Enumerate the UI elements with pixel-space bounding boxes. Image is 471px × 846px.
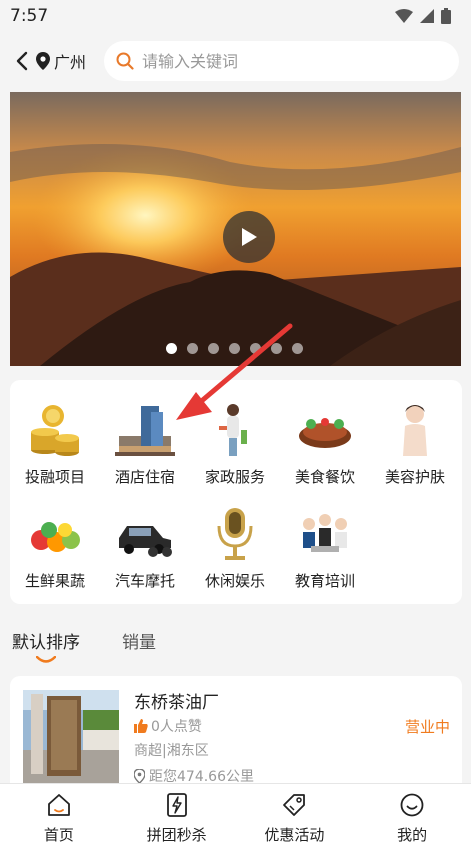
signal-icon xyxy=(420,9,434,23)
category-label: 美容护肤 xyxy=(384,468,445,486)
thumbs-up-icon xyxy=(134,719,148,733)
category-fresh-produce[interactable]: 生鲜果蔬 xyxy=(10,506,100,591)
carousel-dots xyxy=(166,343,303,354)
category-entertainment[interactable]: 休闲娱乐 xyxy=(190,506,280,591)
category-label: 酒店住宿 xyxy=(114,468,175,486)
carousel-dot[interactable] xyxy=(187,343,198,354)
carousel-dot[interactable] xyxy=(271,343,282,354)
bottom-nav: 首页 拼团秒杀 优惠活动 我的 xyxy=(0,783,471,846)
category-label: 汽车摩托 xyxy=(114,572,175,590)
store-card[interactable]: 东桥茶油厂 0人点赞 商超|湘东区 距您474.66公里 营业中 xyxy=(10,676,462,796)
tab-default-sort[interactable]: 默认排序 xyxy=(12,628,80,653)
category-label: 家政服务 xyxy=(204,468,265,486)
tab-sales[interactable]: 销量 xyxy=(122,628,156,653)
carousel-dot[interactable] xyxy=(166,343,177,354)
banner-video[interactable] xyxy=(10,92,461,366)
category-hotel[interactable]: 酒店住宿 xyxy=(100,402,190,487)
category-label: 美食餐饮 xyxy=(294,468,355,486)
nav-label: 拼团秒杀 xyxy=(146,826,207,844)
category-label: 生鲜果蔬 xyxy=(24,572,85,590)
store-thumbnail xyxy=(23,690,119,786)
home-icon xyxy=(47,794,70,816)
status-icons xyxy=(395,8,451,24)
back-icon[interactable] xyxy=(14,50,30,72)
play-icon xyxy=(242,228,257,246)
nav-label: 优惠活动 xyxy=(264,826,325,844)
fruit-vegetable-icon xyxy=(31,522,80,552)
search-bar[interactable] xyxy=(104,41,460,81)
location-pin-icon xyxy=(134,769,145,783)
nav-group-buy[interactable]: 拼团秒杀 xyxy=(118,784,236,846)
sort-tabs: 默认排序 销量 xyxy=(12,628,156,663)
category-beauty[interactable]: 美容护肤 xyxy=(370,402,460,487)
students-icon xyxy=(303,514,347,552)
likes-count: 0人点赞 xyxy=(151,719,202,735)
category-grid: 投融项目 酒店住宿 家政服务 美食餐饮 美容护肤 生鲜果蔬 汽车摩托 休闲娱乐 … xyxy=(10,380,462,604)
nav-profile[interactable]: 我的 xyxy=(353,784,471,846)
search-icon xyxy=(116,52,134,70)
store-likes: 0人点赞 xyxy=(134,716,202,736)
food-dish-icon xyxy=(299,418,351,448)
active-tab-indicator xyxy=(36,656,56,663)
status-bar: 7:57 xyxy=(0,0,471,32)
status-time: 7:57 xyxy=(10,6,49,26)
store-category: 商超|湘东区 xyxy=(134,743,209,759)
gold-coins-icon xyxy=(31,405,79,456)
hotel-building-icon xyxy=(115,406,175,456)
category-food[interactable]: 美食餐饮 xyxy=(280,402,370,487)
beauty-woman-icon xyxy=(403,405,427,456)
store-name: 东桥茶油厂 xyxy=(134,693,219,713)
category-label: 投融项目 xyxy=(24,468,85,486)
category-investment[interactable]: 投融项目 xyxy=(10,402,100,487)
category-auto[interactable]: 汽车摩托 xyxy=(100,506,190,591)
profile-smile-icon xyxy=(400,793,424,817)
coupon-tag-icon xyxy=(283,794,306,816)
housekeeper-icon xyxy=(219,404,247,456)
flash-sale-icon xyxy=(166,793,187,817)
wifi-icon xyxy=(395,9,413,23)
carousel-dot[interactable] xyxy=(229,343,240,354)
location-pin-icon xyxy=(36,52,50,70)
category-label: 教育培训 xyxy=(294,572,355,590)
category-label: 休闲娱乐 xyxy=(204,572,265,590)
category-housekeeping[interactable]: 家政服务 xyxy=(190,402,280,487)
microphone-icon xyxy=(217,508,253,560)
carousel-dot[interactable] xyxy=(250,343,261,354)
nav-promotions[interactable]: 优惠活动 xyxy=(236,784,354,846)
city-selector[interactable]: 广州 xyxy=(54,49,86,73)
carousel-dot[interactable] xyxy=(208,343,219,354)
battery-icon xyxy=(441,8,451,24)
header: 广州 xyxy=(0,38,471,84)
play-button[interactable] xyxy=(223,211,275,263)
store-status-badge: 营业中 xyxy=(404,718,450,736)
carousel-dot[interactable] xyxy=(292,343,303,354)
nav-home[interactable]: 首页 xyxy=(0,784,118,846)
nav-label: 首页 xyxy=(43,826,74,844)
search-input[interactable] xyxy=(142,51,443,71)
nav-label: 我的 xyxy=(397,826,428,844)
category-education[interactable]: 教育培训 xyxy=(280,506,370,591)
car-motorcycle-icon xyxy=(119,526,172,557)
